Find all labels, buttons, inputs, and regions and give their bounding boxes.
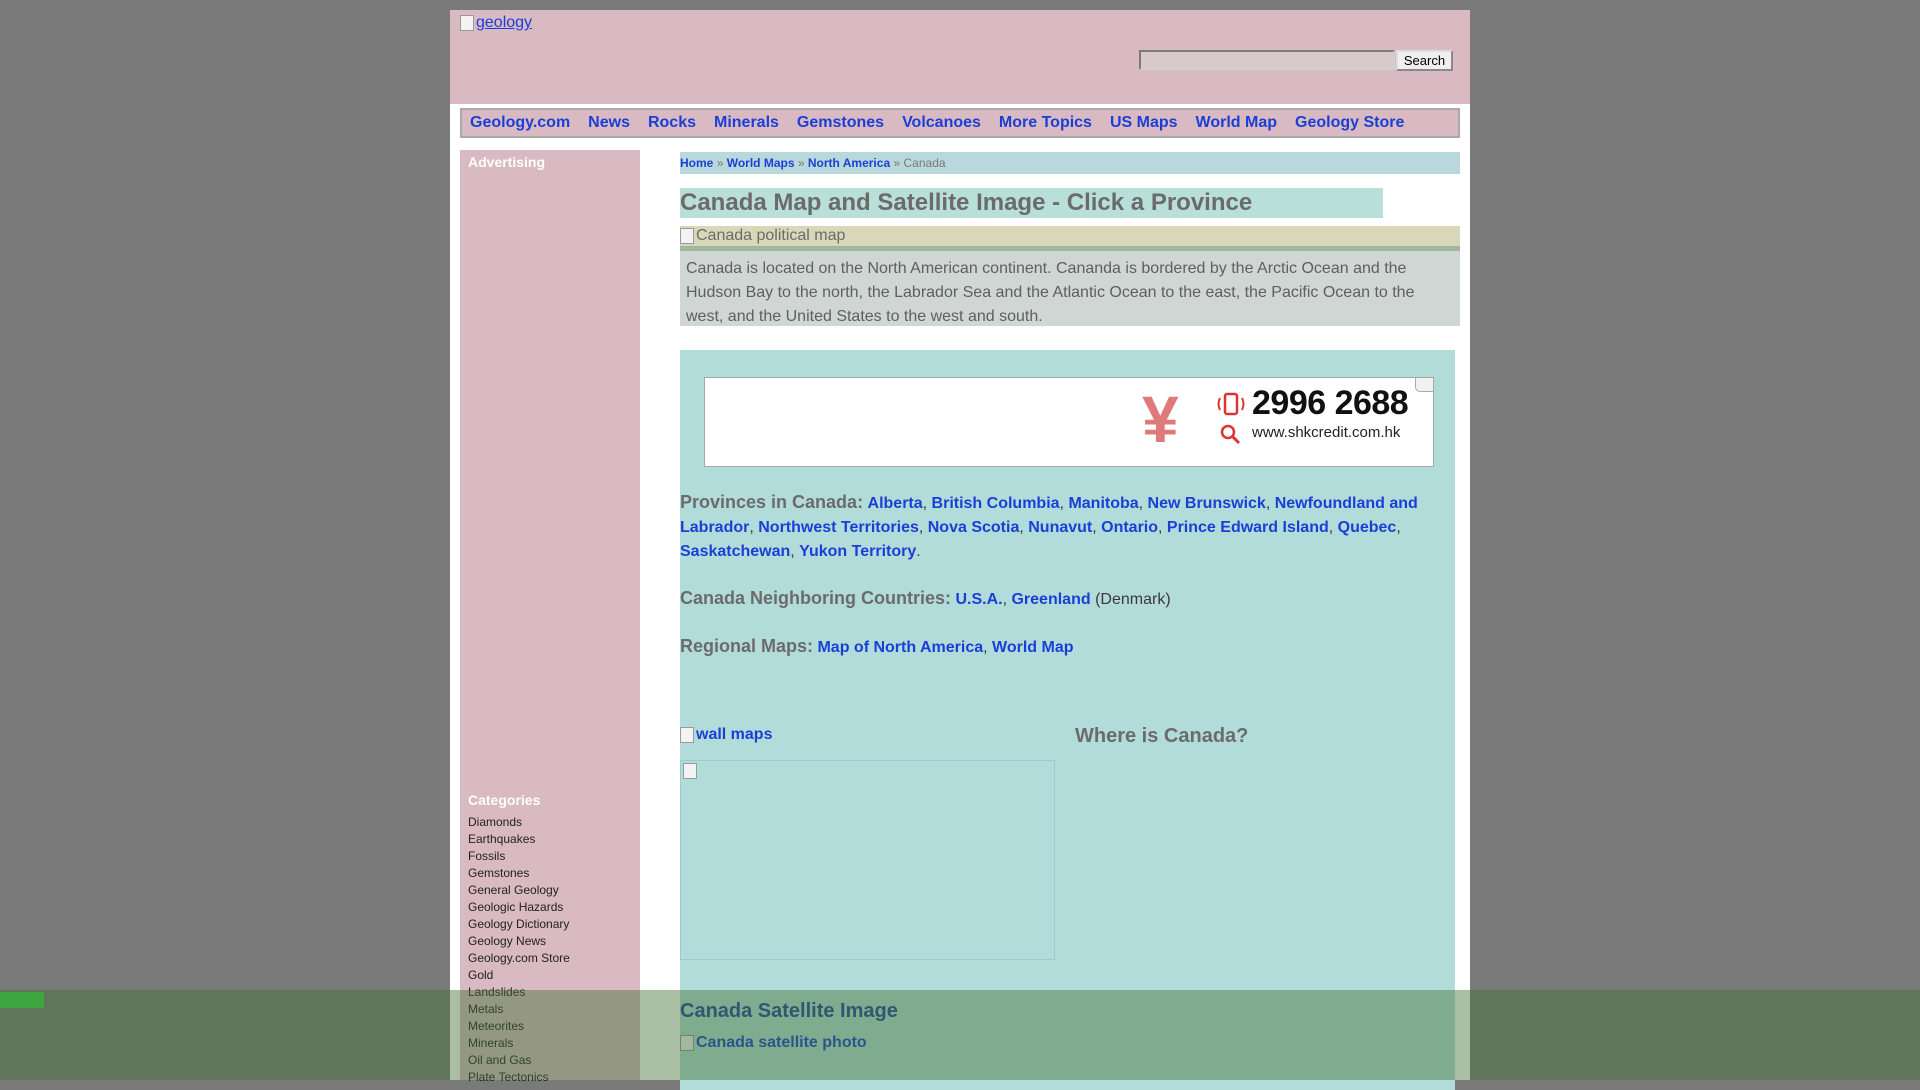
search-input[interactable]	[1139, 50, 1395, 70]
left-sidebar: Advertising Categories Diamonds Earthqua…	[460, 150, 640, 1084]
nav-item-gemstones[interactable]: Gemstones	[797, 114, 884, 132]
nav-item-rocks[interactable]: Rocks	[648, 114, 696, 132]
page-title: Canada Map and Satellite Image - Click a…	[680, 188, 1383, 218]
category-link-general-geology[interactable]: General Geology	[468, 882, 570, 899]
nav-item-geology-store[interactable]: Geology Store	[1295, 114, 1404, 132]
phone-icon	[1217, 392, 1245, 416]
advertisement-banner[interactable]: ¥ 2996 2688 www.shkcredit.com.hk	[704, 377, 1434, 467]
category-link-fossils[interactable]: Fossils	[468, 848, 570, 865]
neighbors-section: Canada Neighboring Countries: U.S.A., Gr…	[680, 588, 1171, 608]
categories-heading: Categories	[468, 792, 541, 808]
province-link-nunavut[interactable]: Nunavut	[1028, 519, 1092, 536]
province-link-quebec[interactable]: Quebec	[1338, 519, 1397, 536]
nav-item-minerals[interactable]: Minerals	[714, 114, 779, 132]
provinces-label: Provinces in Canada:	[680, 492, 864, 512]
province-link-northwest-territories[interactable]: Northwest Territories	[758, 519, 919, 536]
site-header: geology Search	[450, 10, 1470, 104]
search-button[interactable]: Search	[1396, 50, 1453, 71]
province-link-nova-scotia[interactable]: Nova Scotia	[928, 519, 1020, 536]
site-logo-link[interactable]: geology	[460, 14, 532, 32]
category-link-gold[interactable]: Gold	[468, 967, 570, 984]
nav-item-news[interactable]: News	[588, 114, 630, 132]
yen-icon: ¥	[1142, 382, 1179, 456]
broken-image-icon	[680, 727, 694, 743]
advertising-heading: Advertising	[468, 154, 546, 170]
where-is-canada-heading: Where is Canada?	[1075, 725, 1249, 747]
neighbor-link-greenland[interactable]: Greenland	[1011, 591, 1090, 608]
breadcrumb-current: Canada	[903, 156, 946, 170]
province-link-saskatchewan[interactable]: Saskatchewan	[680, 543, 790, 560]
category-link-diamonds[interactable]: Diamonds	[468, 814, 570, 831]
magnifier-icon	[1220, 424, 1241, 445]
province-link-alberta[interactable]: Alberta	[868, 495, 923, 512]
canada-political-map-image[interactable]: Canada political map	[680, 226, 1460, 246]
provinces-section: Provinces in Canada: Alberta, British Co…	[680, 492, 1418, 560]
ad-phone-number: 2996 2688	[1252, 384, 1409, 422]
breadcrumb: Home » World Maps » North America » Cana…	[680, 152, 1460, 174]
main-navigation: Geology.com News Rocks Minerals Gemstone…	[460, 108, 1460, 138]
overlay-tab[interactable]	[0, 992, 44, 1008]
neighbors-note: (Denmark)	[1095, 591, 1171, 608]
category-link-geologic-hazards[interactable]: Geologic Hazards	[468, 899, 570, 916]
regional-link-world-map[interactable]: World Map	[992, 639, 1073, 656]
logo-alt-text: geology	[476, 14, 533, 31]
wall-maps-image-link[interactable]: wall maps	[680, 726, 772, 744]
breadcrumb-separator: »	[797, 156, 805, 170]
province-link-yukon-territory[interactable]: Yukon Territory	[799, 543, 916, 560]
nav-item-world-map[interactable]: World Map	[1196, 114, 1277, 132]
breadcrumb-world-maps[interactable]: World Maps	[727, 156, 795, 170]
category-link-geology-dictionary[interactable]: Geology Dictionary	[468, 916, 570, 933]
nav-item-volcanoes[interactable]: Volcanoes	[902, 114, 981, 132]
breadcrumb-north-america[interactable]: North America	[808, 156, 890, 170]
province-link-manitoba[interactable]: Manitoba	[1068, 495, 1138, 512]
broken-image-icon	[460, 15, 474, 31]
province-link-new-brunswick[interactable]: New Brunswick	[1148, 495, 1266, 512]
intro-text: Canada is located on the North American …	[680, 251, 1460, 326]
ad-url: www.shkcredit.com.hk	[1252, 424, 1401, 441]
ad-choices-icon[interactable]	[1415, 378, 1433, 392]
province-link-british-columbia[interactable]: British Columbia	[932, 495, 1060, 512]
regional-link-north-america[interactable]: Map of North America	[817, 639, 983, 656]
province-link-prince-edward-island[interactable]: Prince Edward Island	[1167, 519, 1329, 536]
nav-item-geology-com[interactable]: Geology.com	[470, 114, 570, 132]
province-link-ontario[interactable]: Ontario	[1101, 519, 1158, 536]
broken-image-icon	[680, 228, 694, 244]
neighbors-label: Canada Neighboring Countries:	[680, 588, 952, 608]
wall-map-image-frame[interactable]	[680, 760, 1055, 960]
regional-maps-label: Regional Maps:	[680, 636, 814, 656]
regional-maps-section: Regional Maps: Map of North America, Wor…	[680, 636, 1074, 656]
page: geology Search Geology.com News Rocks Mi…	[450, 10, 1470, 1090]
category-link-geology-store[interactable]: Geology.com Store	[468, 950, 570, 967]
nav-item-more-topics[interactable]: More Topics	[999, 114, 1092, 132]
category-link-gemstones[interactable]: Gemstones	[468, 865, 570, 882]
category-link-earthquakes[interactable]: Earthquakes	[468, 831, 570, 848]
breadcrumb-separator: »	[716, 156, 724, 170]
nav-item-us-maps[interactable]: US Maps	[1110, 114, 1178, 132]
wall-maps-alt-text: wall maps	[696, 726, 773, 743]
bottom-overlay-bar	[0, 990, 1920, 1080]
neighbor-link-usa[interactable]: U.S.A.	[955, 591, 1002, 608]
map-alt-text: Canada political map	[696, 227, 846, 244]
category-link-geology-news[interactable]: Geology News	[468, 933, 570, 950]
breadcrumb-home[interactable]: Home	[680, 156, 713, 170]
broken-image-icon	[683, 763, 697, 779]
breadcrumb-separator: »	[893, 156, 901, 170]
